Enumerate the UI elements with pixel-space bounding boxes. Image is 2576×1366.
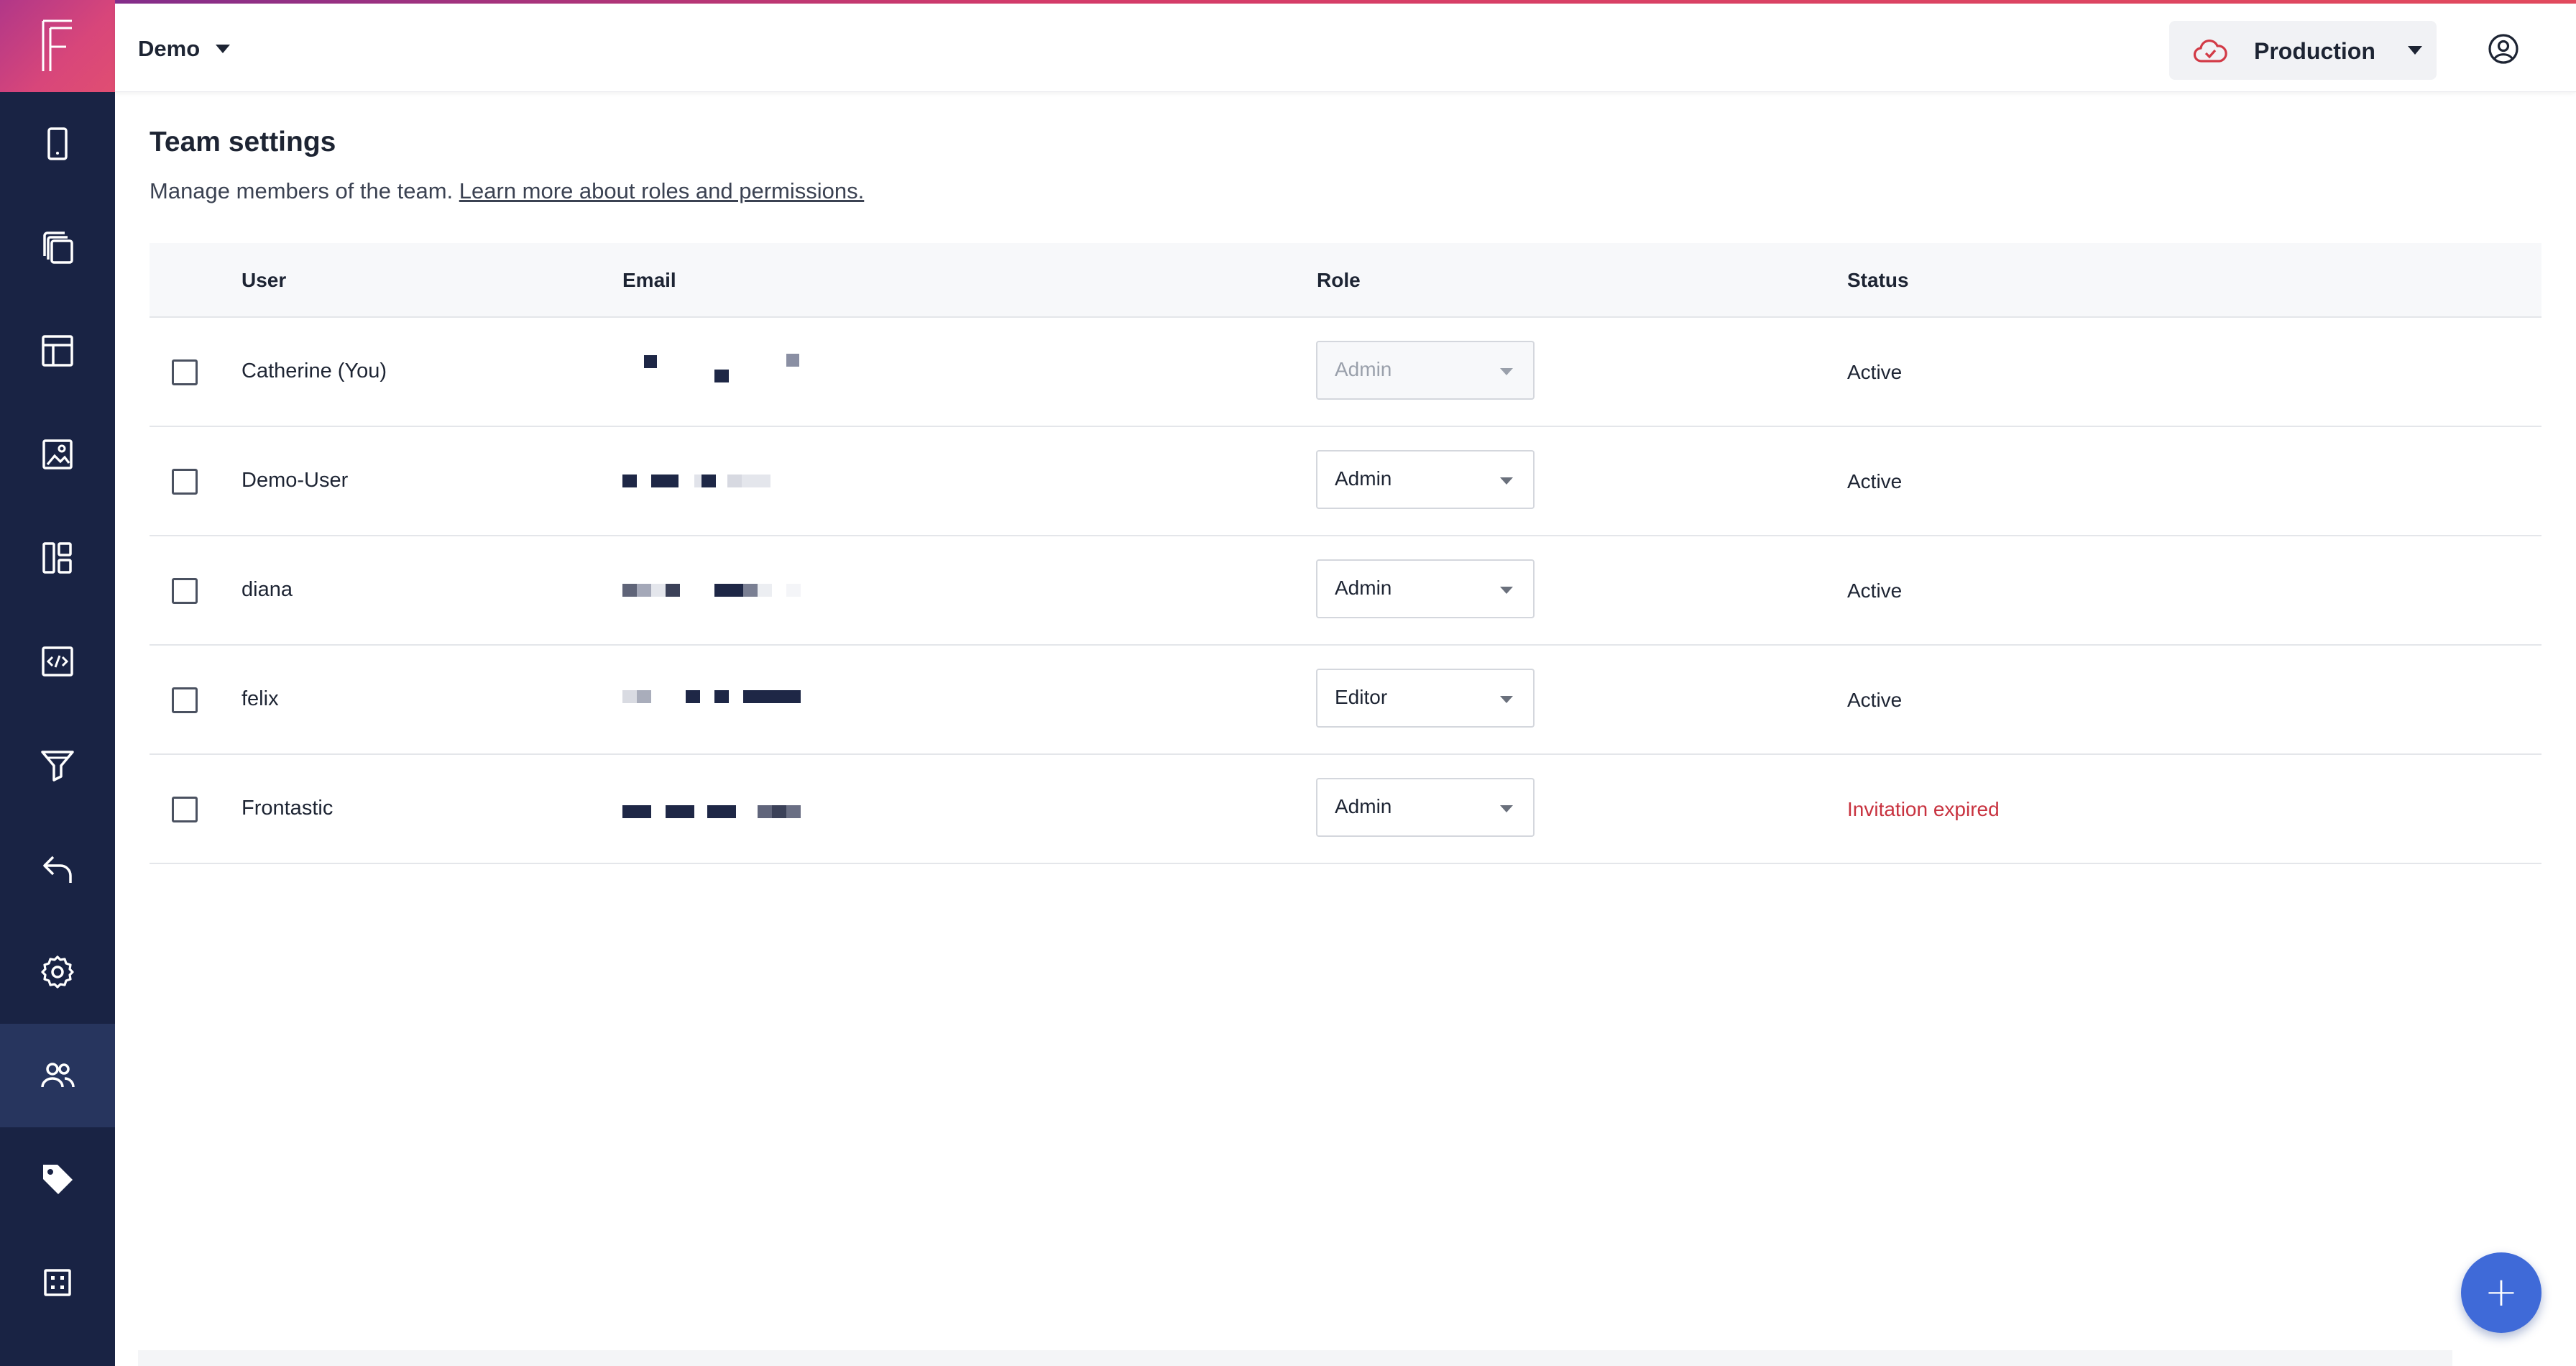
- row-checkbox[interactable]: [172, 469, 198, 495]
- role-select[interactable]: Admin: [1316, 450, 1535, 509]
- undo-icon: [43, 856, 72, 883]
- sidebar-item-pages[interactable]: [0, 196, 115, 299]
- sidebar-item-settings[interactable]: [0, 920, 115, 1024]
- image-icon: [42, 439, 73, 469]
- column-header-email: Email: [622, 269, 676, 291]
- sidebar-item-devices[interactable]: [0, 92, 115, 196]
- table-row: diana Admin Active: [150, 536, 2542, 646]
- sidebar-item-developer[interactable]: [0, 610, 115, 713]
- plus-icon: +: [2484, 1269, 2518, 1316]
- user-account-icon[interactable]: [2487, 32, 2520, 65]
- column-header-role: Role: [1317, 269, 1361, 291]
- row-checkbox[interactable]: [172, 687, 198, 713]
- column-header-status: Status: [1847, 269, 1909, 291]
- sidebar-item-grid[interactable]: [0, 1231, 115, 1334]
- dashboard-icon: [42, 542, 72, 574]
- status-text: Invitation expired: [1847, 798, 2000, 820]
- sidebar-item-dashboards[interactable]: [0, 506, 115, 610]
- cloud-check-icon: [2193, 39, 2227, 63]
- role-select[interactable]: Admin: [1316, 778, 1535, 837]
- status-text: Active: [1847, 579, 1903, 602]
- user-name: Catherine (You): [242, 359, 387, 382]
- chevron-down-icon: [1500, 368, 1513, 375]
- role-value: Editor: [1335, 686, 1388, 708]
- environment-select[interactable]: Production: [2169, 21, 2437, 80]
- sidebar-item-filters[interactable]: [0, 713, 115, 817]
- app-logo[interactable]: [0, 0, 115, 92]
- role-value: Admin: [1335, 795, 1392, 817]
- layout-icon: [42, 335, 73, 367]
- user-name: felix: [242, 687, 279, 710]
- role-value: Admin: [1335, 358, 1392, 380]
- copy-icon: [43, 232, 73, 264]
- role-value: Admin: [1335, 467, 1392, 490]
- chevron-down-icon: [1500, 696, 1513, 703]
- row-checkbox[interactable]: [172, 359, 198, 385]
- grid-icon: [44, 1269, 71, 1296]
- table-header: User Email Role Status: [150, 243, 2542, 318]
- email-redacted: [622, 354, 838, 391]
- sidebar: [0, 0, 115, 1366]
- column-header-user: User: [242, 269, 287, 291]
- status-text: Active: [1847, 689, 1903, 711]
- mobile-icon: [47, 127, 68, 160]
- email-redacted: [622, 464, 838, 500]
- sidebar-item-media[interactable]: [0, 403, 115, 506]
- email-redacted: [622, 683, 838, 719]
- sidebar-item-redirects[interactable]: [0, 817, 115, 920]
- team-icon: [41, 1063, 75, 1088]
- role-select: Admin: [1316, 341, 1535, 400]
- chevron-down-icon: [1500, 477, 1513, 485]
- chevron-down-icon: [2408, 46, 2422, 55]
- sidebar-item-layouts[interactable]: [0, 299, 115, 403]
- user-name: diana: [242, 578, 293, 601]
- page-description: Manage members of the team. Learn more a…: [150, 178, 864, 204]
- user-name: Frontastic: [242, 797, 334, 820]
- sidebar-item-team[interactable]: [0, 1024, 115, 1127]
- table-row: Frontastic Admin Invitation expired: [150, 755, 2542, 864]
- chevron-down-icon: [216, 45, 231, 53]
- learn-more-link[interactable]: Learn more about roles and permissions.: [459, 178, 864, 203]
- project-name: Demo: [138, 36, 201, 61]
- page-title: Team settings: [150, 127, 336, 157]
- role-value: Admin: [1335, 577, 1392, 599]
- tag-icon: [43, 1165, 73, 1194]
- row-checkbox[interactable]: [172, 578, 198, 604]
- status-text: Active: [1847, 470, 1903, 492]
- frontastic-logo-icon: [42, 19, 72, 71]
- chevron-down-icon: [1500, 805, 1513, 812]
- role-select[interactable]: Editor: [1316, 669, 1535, 728]
- top-bar: Demo Production: [115, 4, 2576, 92]
- project-select[interactable]: Demo: [138, 31, 231, 67]
- table-row: Demo-User Admin Active: [150, 427, 2542, 536]
- row-checkbox[interactable]: [172, 797, 198, 822]
- role-select[interactable]: Admin: [1316, 559, 1535, 618]
- email-redacted: [622, 574, 838, 610]
- gear-icon: [41, 955, 74, 989]
- code-icon: [42, 646, 73, 677]
- table-row: Catherine (You) Admin Active: [150, 318, 2542, 427]
- user-name: Demo-User: [242, 469, 349, 492]
- table-row: felix Editor Active: [150, 646, 2542, 755]
- bottom-strip: [138, 1350, 2452, 1366]
- status-text: Active: [1847, 361, 1903, 383]
- chevron-down-icon: [1500, 587, 1513, 594]
- email-redacted: [622, 792, 838, 828]
- sidebar-item-tags[interactable]: [0, 1127, 115, 1231]
- environment-label: Production: [2254, 38, 2375, 64]
- add-member-button[interactable]: +: [2461, 1252, 2542, 1333]
- funnel-icon: [41, 751, 74, 781]
- page-description-text: Manage members of the team.: [150, 178, 454, 203]
